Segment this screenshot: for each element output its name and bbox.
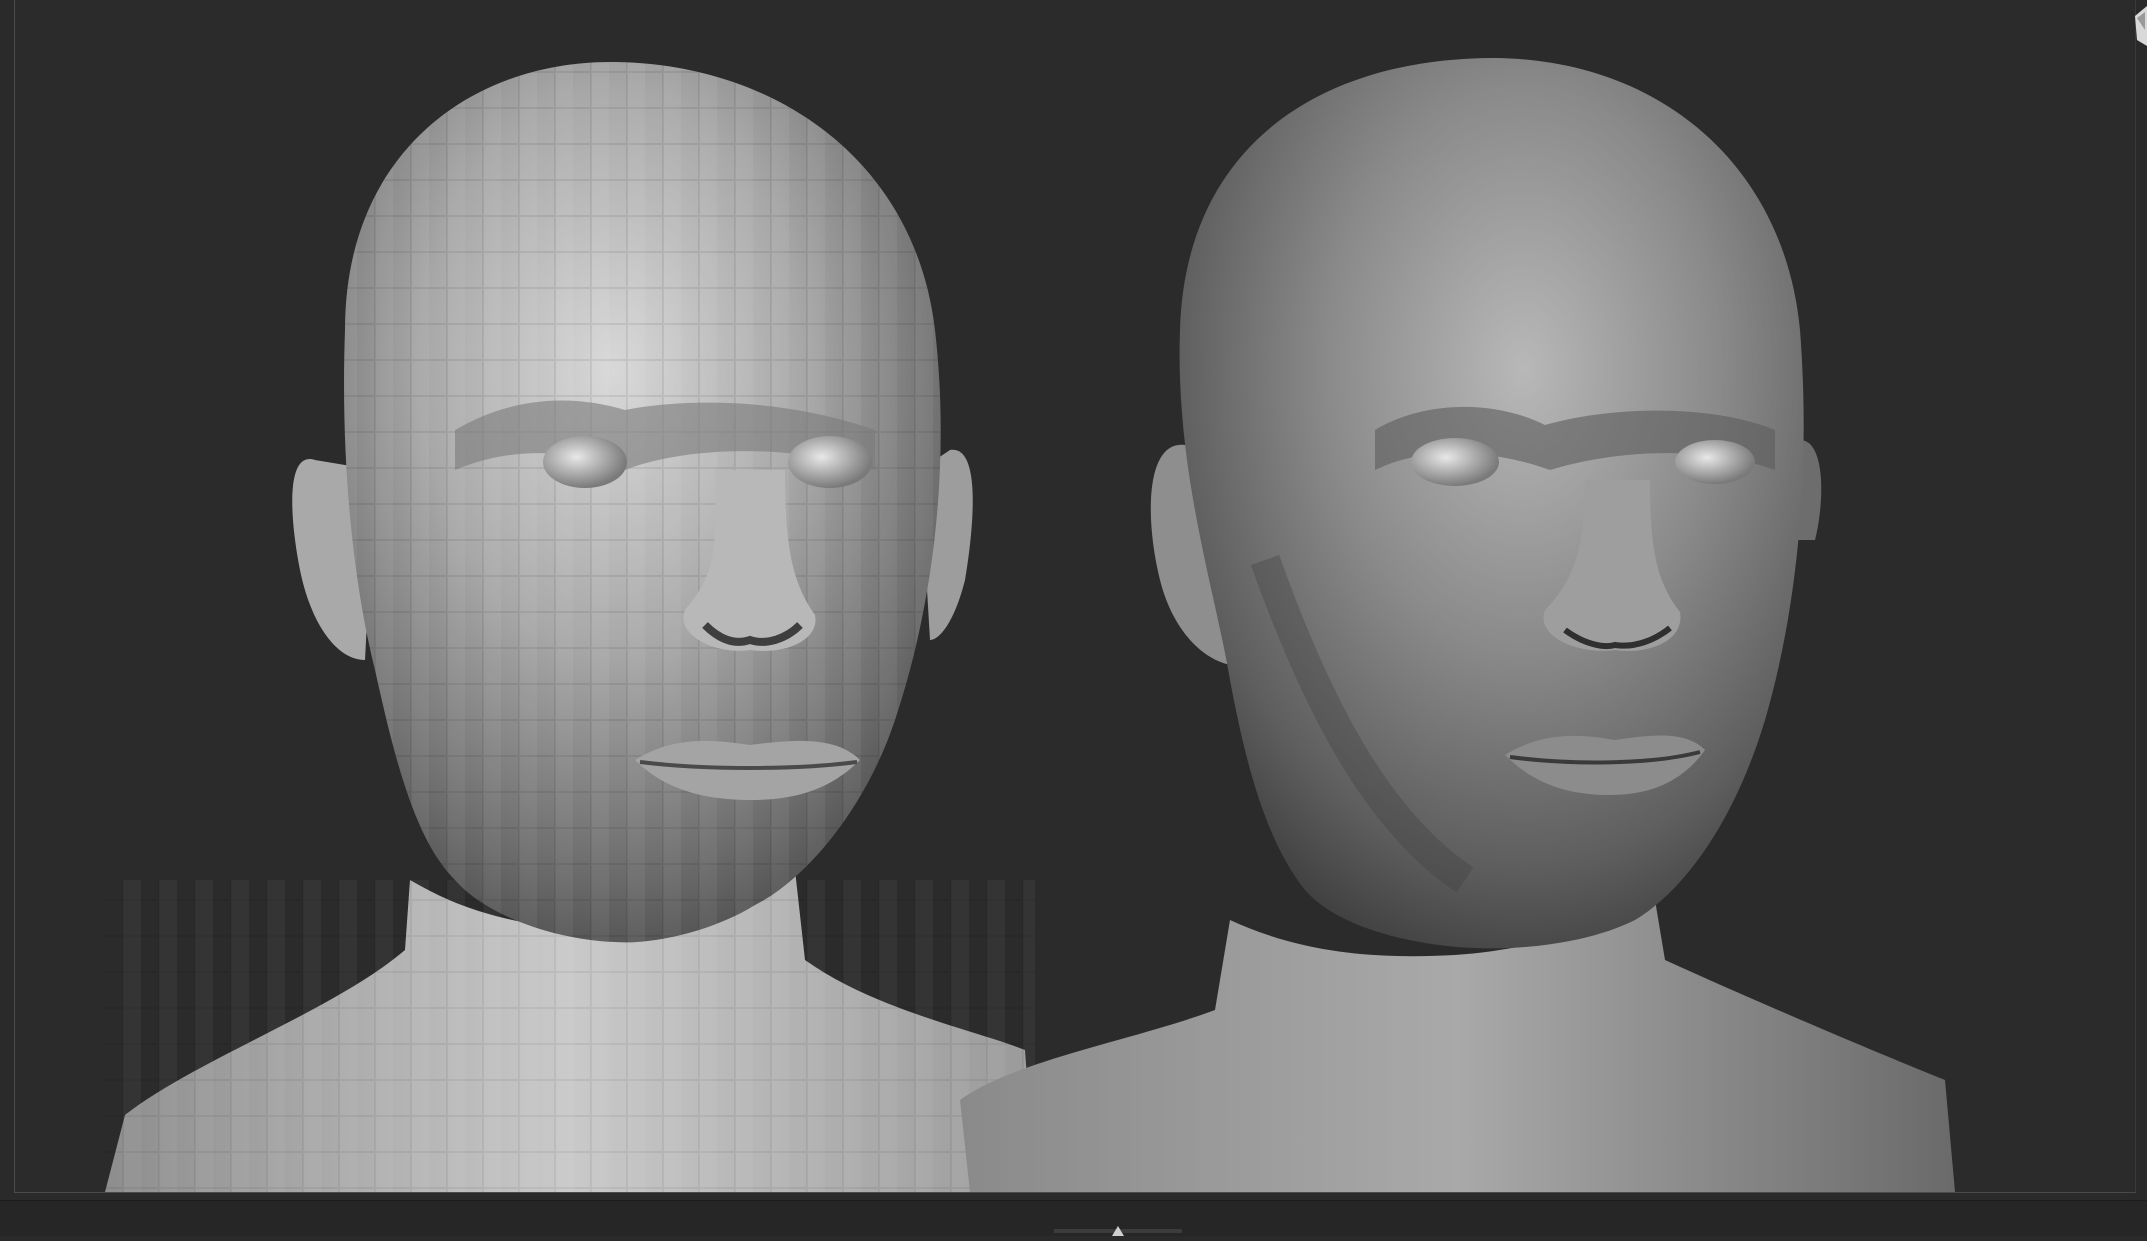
low-poly-head-model[interactable]: [105, 61, 1035, 1192]
left-model-right-eye: [788, 436, 872, 488]
orientation-gizmo-icon[interactable]: [2125, 0, 2147, 48]
high-poly-head-model[interactable]: [960, 58, 1955, 1192]
resize-handle-icon[interactable]: [1054, 1222, 1182, 1236]
right-model-head: [1179, 58, 1804, 949]
3d-viewport[interactable]: [14, 0, 2136, 1193]
right-model-right-eye: [1675, 440, 1755, 484]
left-model-head-facets: [344, 61, 941, 943]
left-model-left-eye: [543, 436, 627, 488]
viewport-canvas[interactable]: [15, 0, 2135, 1192]
right-model-left-eye: [1411, 438, 1499, 486]
